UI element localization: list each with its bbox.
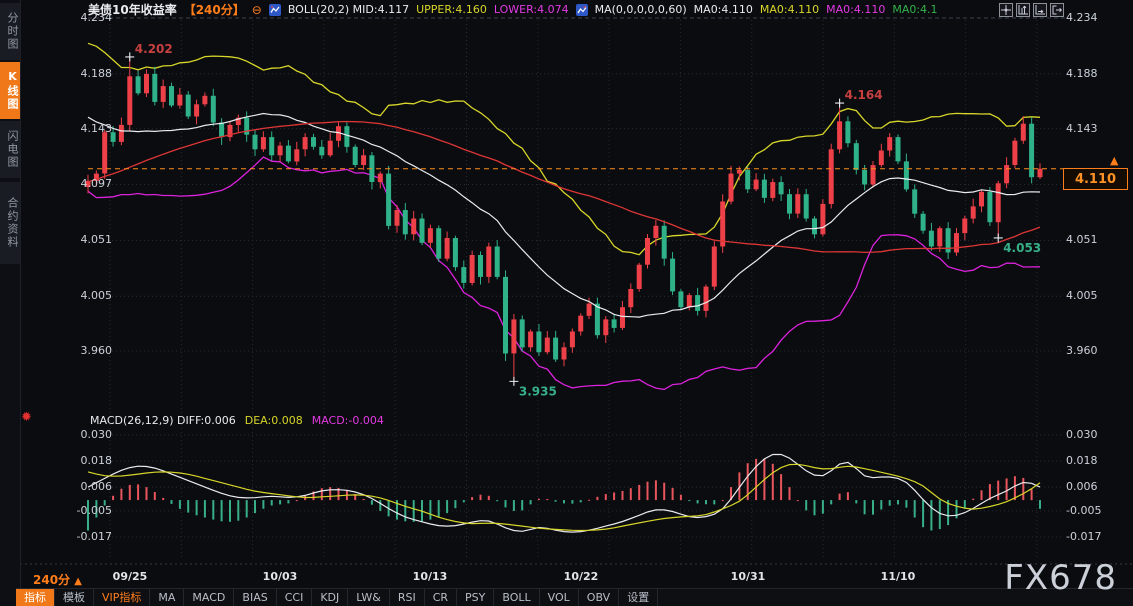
- price-axis-label-right: 4.005: [1066, 289, 1128, 302]
- toolbar-button-RSI[interactable]: RSI: [390, 589, 425, 606]
- candlestick-chart[interactable]: 4.202 4.164 3.935 4.053: [0, 0, 1133, 606]
- crosshair-mode-icon[interactable]: [999, 3, 1013, 17]
- ma-value-0: MA0:4.110: [694, 3, 753, 16]
- macd-axis-label-right: 0.018: [1066, 454, 1128, 467]
- x-axis-date: 10/03: [252, 570, 308, 583]
- price-axis-label-left: 4.097: [58, 177, 112, 190]
- ma-value-3: MA0:4.1: [892, 3, 937, 16]
- price-marker-label: 4.164: [845, 88, 883, 102]
- sidebar-item-3[interactable]: 合约资料: [0, 182, 20, 264]
- macd-axis-label-left: -0.017: [58, 530, 112, 543]
- boll-readout: BOLL(20,2) MID:4.117: [288, 3, 409, 16]
- toolbar-button-LW&[interactable]: LW&: [348, 589, 390, 606]
- boll-bands: [88, 43, 1040, 389]
- toolbar-button-VOL[interactable]: VOL: [540, 589, 579, 606]
- macd-axis-label-right: 0.030: [1066, 428, 1128, 441]
- x-axis-date: 09/25: [102, 570, 158, 583]
- boll-upper-readout: UPPER:4.160: [416, 3, 487, 16]
- macd-axis-label-right: -0.005: [1066, 504, 1128, 517]
- chart-type-sidebar: 分时图K线图闪电图合约资料: [0, 0, 21, 606]
- price-axis-label-right: 3.960: [1066, 344, 1128, 357]
- macd-axis-label-right: 0.006: [1066, 480, 1128, 493]
- sidebar-item-1[interactable]: K线图: [0, 62, 20, 119]
- boll-indicator-icon[interactable]: [269, 4, 281, 16]
- price-marker-label: 3.935: [519, 384, 557, 398]
- price-axis-label-left: 3.960: [58, 344, 112, 357]
- toolbar-button-OBV[interactable]: OBV: [579, 589, 619, 606]
- period-selector[interactable]: 240分 ▲: [33, 571, 82, 588]
- chart-header: 美债10年收益率 【240分】 ⊖ BOLL(20,2) MID:4.117 U…: [88, 1, 945, 18]
- x-axis-date: 10/31: [720, 570, 776, 583]
- exit-chart-icon[interactable]: [1050, 3, 1064, 17]
- macd-readout: MACD(26,12,9) DIFF:0.006: [90, 414, 236, 427]
- macd-axis-label-right: -0.017: [1066, 530, 1128, 543]
- ma-value-2: MA0:4.110: [826, 3, 885, 16]
- price-axis-label-left: 4.005: [58, 289, 112, 302]
- macd-axis-label-left: 0.030: [58, 428, 112, 441]
- trading-chart-window: 4.202 4.164 3.935 4.053 分时图K线图闪电图合约资料 美债10年…: [0, 0, 1133, 606]
- toolbar-button-VIP指标[interactable]: VIP指标: [94, 589, 150, 606]
- dea-readout: DEA:0.008: [245, 414, 303, 427]
- period-badge[interactable]: 【240分】: [184, 1, 245, 18]
- price-axis-label-right: 4.188: [1066, 67, 1128, 80]
- toolbar-button-BOLL[interactable]: BOLL: [494, 589, 539, 606]
- macd-marker-icon: ✹: [21, 410, 32, 425]
- period-arrow-icon: ▲: [74, 576, 82, 587]
- toolbar-button-BIAS[interactable]: BIAS: [234, 589, 276, 606]
- toolbar-button-PSY[interactable]: PSY: [457, 589, 494, 606]
- macd-histogram: [87, 459, 1041, 531]
- macd-axis-label-left: 0.006: [58, 480, 112, 493]
- toolbar-button-指标[interactable]: 指标: [16, 589, 55, 606]
- indicator-toolbar: 指标模板VIP指标MAMACDBIASCCIKDJLW&RSICRPSYBOLL…: [16, 588, 1133, 606]
- macd-axis-label-left: 0.018: [58, 454, 112, 467]
- x-axis-date: 10/22: [553, 570, 609, 583]
- price-axis-label-right: 4.143: [1066, 122, 1128, 135]
- sidebar-item-2[interactable]: 闪电图: [0, 121, 20, 178]
- price-axis-label-left: 4.188: [58, 67, 112, 80]
- x-axis-date: 10/13: [402, 570, 458, 583]
- price-axis-label-right: 4.051: [1066, 233, 1128, 246]
- fx678-watermark: FX678: [1004, 558, 1117, 598]
- collapse-minus-icon[interactable]: ⊖: [252, 5, 262, 15]
- chart-tools: [999, 3, 1064, 17]
- y-axis-scale-icon[interactable]: [1016, 3, 1030, 17]
- macd-value-readout: MACD:-0.004: [312, 414, 384, 427]
- ma-value-1: MA0:4.110: [760, 3, 819, 16]
- macd-axis-label-left: -0.005: [58, 504, 112, 517]
- toolbar-button-MACD[interactable]: MACD: [184, 589, 234, 606]
- toolbar-button-CCI[interactable]: CCI: [277, 589, 313, 606]
- current-price-badge: 4.110: [1063, 168, 1128, 190]
- x-axis-date: 11/10: [870, 570, 926, 583]
- price-axis-label-left: 4.051: [58, 233, 112, 246]
- boll-lower-readout: LOWER:4.074: [494, 3, 569, 16]
- price-axis-label-right: 4.234: [1066, 11, 1128, 24]
- crosshair-marker-icon: [125, 52, 134, 61]
- price-pin-icon: ▲: [1110, 154, 1118, 167]
- toolbar-button-MA[interactable]: MA: [150, 589, 184, 606]
- extreme-markers: 4.202 4.164 3.935 4.053: [125, 42, 1041, 399]
- x-axis-scale-icon[interactable]: [1033, 3, 1047, 17]
- price-axis-label-left: 4.234: [58, 11, 112, 24]
- ma-values-readout: MA0:4.110 MA0:4.110 MA0:4.110 MA0:4.1: [694, 3, 945, 16]
- toolbar-button-CR[interactable]: CR: [425, 589, 457, 606]
- price-marker-label: 4.053: [1003, 241, 1041, 255]
- price-marker-label: 4.202: [135, 42, 173, 56]
- toolbar-button-KDJ[interactable]: KDJ: [312, 589, 348, 606]
- toolbar-button-模板[interactable]: 模板: [55, 589, 94, 606]
- crosshair-marker-icon: [835, 99, 844, 108]
- candles: [86, 57, 1043, 382]
- crosshair-marker-icon: [509, 377, 518, 386]
- ma-group-readout: MA(0,0,0,0,0,60): [595, 3, 687, 16]
- ma-indicator-icon[interactable]: [576, 4, 588, 16]
- sidebar-item-0[interactable]: 分时图: [0, 3, 20, 60]
- toolbar-button-设置[interactable]: 设置: [619, 589, 658, 606]
- price-axis-label-left: 4.143: [58, 122, 112, 135]
- macd-header: MACD(26,12,9) DIFF:0.006 DEA:0.008 MACD:…: [90, 414, 384, 427]
